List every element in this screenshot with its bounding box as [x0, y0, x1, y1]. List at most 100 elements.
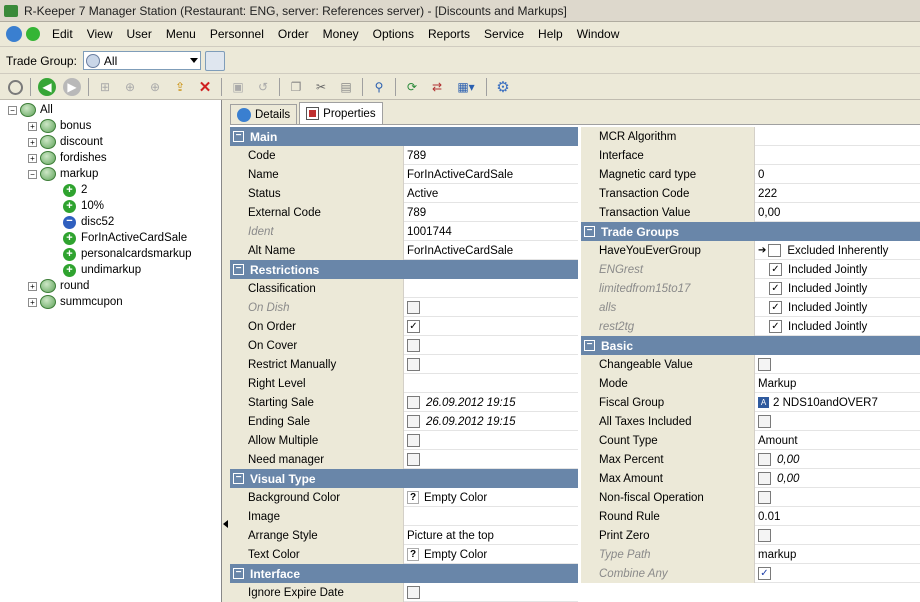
property-row[interactable]: rest2tg ✓ Included Jointly: [581, 317, 920, 336]
checkbox[interactable]: [758, 358, 771, 371]
property-row[interactable]: Classification: [230, 279, 578, 298]
checkbox[interactable]: [407, 434, 420, 447]
search-icon[interactable]: ⚲: [370, 78, 388, 96]
property-value[interactable]: 0,00: [755, 469, 799, 488]
property-row[interactable]: Ignore Expire Date: [230, 583, 578, 602]
checkbox[interactable]: [758, 453, 771, 466]
property-row[interactable]: On Order ✓: [230, 317, 578, 336]
property-value[interactable]: ✓ Included Jointly: [755, 298, 867, 317]
panel-splitter[interactable]: [222, 100, 230, 602]
property-value[interactable]: 26.09.2012 19:15: [404, 412, 516, 431]
tree-node-discount[interactable]: + discount: [28, 134, 103, 150]
checkbox[interactable]: [407, 339, 420, 352]
section-interface[interactable]: − Interface: [230, 564, 578, 583]
tree-icon[interactable]: ⊞: [96, 78, 114, 96]
section-visual-type[interactable]: − Visual Type: [230, 469, 578, 488]
property-row[interactable]: Right Level: [230, 374, 578, 393]
property-value[interactable]: [404, 279, 407, 298]
add-item-icon[interactable]: ⊕: [146, 78, 164, 96]
gear-icon[interactable]: ⚙: [494, 78, 512, 96]
collapse-icon[interactable]: −: [28, 169, 37, 179]
collapse-icon[interactable]: −: [584, 226, 595, 237]
property-value[interactable]: [404, 583, 426, 602]
property-row[interactable]: Image: [230, 507, 578, 526]
collapse-icon[interactable]: −: [8, 105, 17, 115]
property-value[interactable]: 789: [404, 146, 426, 165]
menu-menu[interactable]: Menu: [166, 27, 196, 41]
expand-icon[interactable]: +: [28, 137, 37, 147]
property-value[interactable]: [755, 526, 777, 545]
property-row[interactable]: alls ✓ Included Jointly: [581, 298, 920, 317]
collapse-icon[interactable]: −: [233, 264, 244, 275]
property-value[interactable]: [755, 412, 777, 431]
globe-icon[interactable]: [6, 26, 22, 42]
property-value[interactable]: ✓ Included Jointly: [755, 260, 867, 279]
checkbox-checked[interactable]: ✓: [769, 282, 782, 295]
property-row[interactable]: All Taxes Included: [581, 412, 920, 431]
property-row[interactable]: Magnetic card type 0: [581, 165, 920, 184]
property-value[interactable]: Picture at the top: [404, 526, 494, 545]
expand-icon[interactable]: +: [28, 121, 37, 131]
checkbox[interactable]: [407, 586, 420, 599]
property-value[interactable]: [404, 431, 426, 450]
checkbox[interactable]: [407, 453, 420, 466]
settings-icon[interactable]: [204, 50, 225, 71]
section-main[interactable]: − Main: [230, 127, 578, 146]
section-basic[interactable]: − Basic: [581, 336, 920, 355]
property-row[interactable]: Starting Sale 26.09.2012 19:15: [230, 393, 578, 412]
chevron-down-icon[interactable]: [189, 58, 198, 63]
table-view-icon[interactable]: ▦▾: [453, 78, 479, 96]
property-row[interactable]: Alt Name ForInActiveCardSale: [230, 241, 578, 260]
paste-icon[interactable]: ▤: [337, 78, 355, 96]
checkbox[interactable]: [407, 396, 420, 409]
property-value[interactable]: A 2 NDS10andOVER7: [755, 393, 878, 412]
property-row[interactable]: limitedfrom15to17 ✓ Included Jointly: [581, 279, 920, 298]
property-value[interactable]: [404, 336, 426, 355]
section-restrictions[interactable]: − Restrictions: [230, 260, 578, 279]
green-status-icon[interactable]: [26, 27, 40, 41]
property-row[interactable]: MCR Algorithm: [581, 127, 920, 146]
save-icon[interactable]: ▣: [229, 78, 247, 96]
property-row[interactable]: Mode Markup: [581, 374, 920, 393]
property-row[interactable]: On Cover: [230, 336, 578, 355]
menu-reports[interactable]: Reports: [428, 27, 470, 41]
menu-help[interactable]: Help: [538, 27, 563, 41]
section-trade-groups[interactable]: − Trade Groups: [581, 222, 920, 241]
property-row[interactable]: Text Color? Empty Color: [230, 545, 578, 564]
property-row[interactable]: Interface: [581, 146, 920, 165]
checkbox-checked[interactable]: ✓: [407, 320, 420, 333]
checkbox[interactable]: [407, 415, 420, 428]
property-value[interactable]: Markup: [755, 374, 796, 393]
tree-node-markup[interactable]: − markup: [28, 166, 98, 182]
property-row[interactable]: Transaction Value 0,00: [581, 203, 920, 222]
property-row[interactable]: External Code 789: [230, 203, 578, 222]
back-icon[interactable]: ◀: [38, 78, 56, 96]
cut-icon[interactable]: ✂: [312, 78, 330, 96]
property-value[interactable]: ForInActiveCardSale: [404, 241, 513, 260]
property-row[interactable]: HaveYouEverGroup ➔ Excluded Inherently: [581, 241, 920, 260]
property-row[interactable]: Count Type Amount: [581, 431, 920, 450]
undo-icon[interactable]: ↺: [254, 78, 272, 96]
property-row[interactable]: Fiscal Group A 2 NDS10andOVER7: [581, 393, 920, 412]
tree-node-markup-item[interactable]: + undimarkup: [63, 262, 141, 278]
expand-icon[interactable]: +: [28, 297, 37, 307]
checkbox-checked[interactable]: ✓: [769, 320, 782, 333]
menu-order[interactable]: Order: [278, 27, 309, 41]
property-value[interactable]: 789: [404, 203, 426, 222]
property-value[interactable]: [404, 374, 407, 393]
property-value[interactable]: 222: [755, 184, 777, 203]
property-row[interactable]: Transaction Code 222: [581, 184, 920, 203]
tree-node-markup-item[interactable]: − disc52: [63, 214, 114, 230]
menu-view[interactable]: View: [87, 27, 113, 41]
checkbox-checked[interactable]: ✓: [769, 301, 782, 314]
checkbox[interactable]: [768, 244, 782, 257]
property-row[interactable]: Allow Multiple: [230, 431, 578, 450]
property-row[interactable]: Round Rule 0.01: [581, 507, 920, 526]
property-row[interactable]: Name ForInActiveCardSale: [230, 165, 578, 184]
menu-window[interactable]: Window: [577, 27, 620, 41]
property-row[interactable]: Max Amount 0,00: [581, 469, 920, 488]
menu-user[interactable]: User: [126, 27, 151, 41]
property-value[interactable]: [755, 127, 758, 146]
property-row[interactable]: Code 789: [230, 146, 578, 165]
checkbox[interactable]: [758, 529, 771, 542]
